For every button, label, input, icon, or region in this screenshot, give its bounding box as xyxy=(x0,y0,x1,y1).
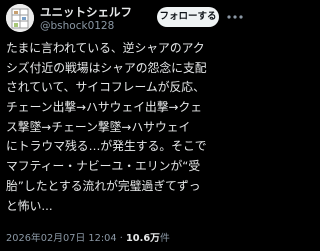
tweet-text: たまに言われている、逆シャアのアク シズ付近の戦場はシャアの怨念に支配 されてい… xyxy=(6,39,246,216)
tweet-line: チェーン出撃→ハサウェイ出撃→クェ xyxy=(6,100,203,115)
tweet-line: にトラウマ残る…が発生する。そこで xyxy=(6,139,207,154)
tweet-line: と怖い... xyxy=(6,198,53,213)
views-label: 件 xyxy=(159,233,170,244)
tweet-line: ス撃墜→チェーン撃墜→ハサウェイ xyxy=(6,119,191,134)
tweet-header: ユニットシェルフ @bshock0128 フォローする xyxy=(0,0,249,36)
author-avatar[interactable] xyxy=(6,4,34,32)
tweet-timestamp[interactable]: 2026年02月07日 12:04 xyxy=(6,233,117,244)
author-display-name[interactable]: ユニットシェルフ xyxy=(40,5,132,19)
shelf-unit-avatar-icon xyxy=(6,4,34,32)
views-count[interactable]: 10.6万 xyxy=(126,233,160,244)
more-dots-icon[interactable] xyxy=(226,12,244,22)
tweet-line: たまに言われている、逆シャアのアク xyxy=(6,41,205,55)
tweet-line: シズ付近の戦場はシャアの怨念に支配 xyxy=(6,60,207,75)
tweet-line: されていて、サイコフレームが反応、 xyxy=(6,80,205,95)
tweet-meta: 2026年02月07日 12:04 · 10.6万件 xyxy=(6,232,170,245)
tweet-line: マフティー・ナビーユ・エリンが“受 xyxy=(6,159,201,174)
tweet-line: 胎”したとする流れが完璧過ぎてずっ xyxy=(6,178,201,193)
follow-button[interactable]: フォローする xyxy=(157,7,219,27)
author-handle[interactable]: @bshock0128 xyxy=(40,20,114,33)
meta-separator: · xyxy=(119,233,123,244)
